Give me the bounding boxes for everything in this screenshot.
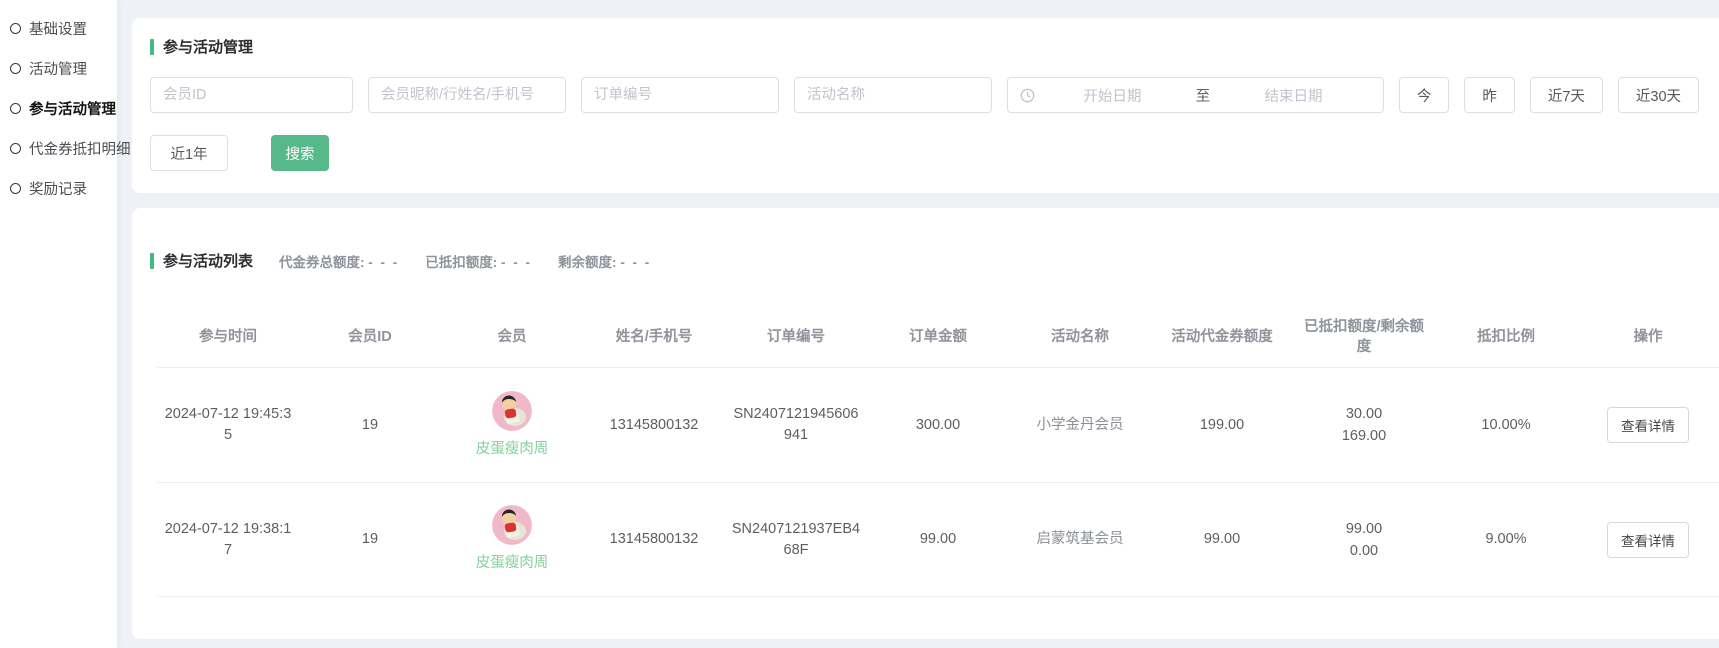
cell-member: 皮蛋瘦肉周: [441, 501, 583, 578]
circle-o-icon: [10, 103, 21, 114]
deducted-summary: 已抵扣额度: - - -: [425, 251, 532, 271]
remaining-value: 0.00: [1299, 540, 1429, 562]
cell-phone: 13145800132: [583, 411, 725, 440]
deducted-value: 30.00: [1299, 403, 1429, 425]
last1year-button[interactable]: 近1年: [150, 135, 228, 171]
sidebar-item-activity-management[interactable]: 活动管理: [10, 48, 117, 88]
cell-voucher-amount: 99.00: [1151, 525, 1293, 554]
circle-o-icon: [10, 143, 21, 154]
col-name-phone: 姓名/手机号: [583, 317, 725, 357]
col-activity: 活动名称: [1009, 317, 1151, 357]
list-card: 参与活动列表 代金券总额度: - - - 已抵扣额度: - - - 剩余额度: …: [132, 208, 1719, 639]
cell-ratio: 9.00%: [1435, 525, 1577, 554]
cell-deducted-remaining: 30.00 169.00: [1293, 399, 1435, 451]
deducted-value: 99.00: [1299, 518, 1429, 540]
start-date-placeholder[interactable]: 开始日期: [1035, 85, 1190, 106]
voucher-total-summary: 代金券总额度: - - -: [279, 251, 399, 271]
cell-time: 2024-07-12 19:38:17: [157, 515, 299, 565]
cell-phone: 13145800132: [583, 525, 725, 554]
cell-member-id: 19: [299, 525, 441, 554]
order-no-input[interactable]: [581, 77, 779, 113]
view-detail-button[interactable]: 查看详情: [1607, 407, 1689, 443]
member-nickname-input[interactable]: [368, 77, 566, 113]
sidebar-item-basic-settings[interactable]: 基础设置: [10, 8, 117, 48]
circle-o-icon: [10, 23, 21, 34]
sidebar-item-label: 代金券抵扣明细: [29, 138, 131, 159]
sidebar-item-label: 基础设置: [29, 18, 87, 39]
col-order-amount: 订单金额: [867, 317, 1009, 357]
activity-name-input[interactable]: [794, 77, 992, 113]
sidebar-item-label: 活动管理: [29, 58, 87, 79]
cell-activity: 启蒙筑基会员: [1009, 525, 1151, 554]
cell-time: 2024-07-12 19:45:35: [157, 400, 299, 450]
col-voucher-amount: 活动代金券额度: [1151, 317, 1293, 357]
col-member-id: 会员ID: [299, 317, 441, 357]
search-button[interactable]: 搜索: [271, 135, 329, 171]
sidebar: 基础设置 活动管理 参与活动管理 代金券抵扣明细 奖励记录: [0, 0, 117, 648]
yesterday-button[interactable]: 昨: [1464, 77, 1515, 113]
page-title: 参与活动管理: [163, 36, 253, 57]
list-title-wrap: 参与活动列表: [150, 250, 253, 271]
table-header-row: 参与时间 会员ID 会员 姓名/手机号 订单编号 订单金额 活动名称 活动代金券…: [157, 307, 1719, 367]
table-row: 2024-07-12 19:38:17 19: [157, 482, 1719, 597]
cell-order-amount: 99.00: [867, 525, 1009, 554]
remaining-value: 169.00: [1299, 425, 1429, 447]
member-name-link[interactable]: 皮蛋瘦肉周: [476, 553, 549, 574]
sidebar-item-reward-records[interactable]: 奖励记录: [10, 168, 117, 208]
last7days-button[interactable]: 近7天: [1530, 77, 1603, 113]
sidebar-item-participation-management[interactable]: 参与活动管理: [10, 88, 117, 128]
col-member: 会员: [441, 317, 583, 357]
table-row: 2024-07-12 19:45:35 19: [157, 367, 1719, 482]
col-deducted-remaining: 已抵扣额度/剩余额度: [1293, 307, 1435, 367]
filter-card-title: 参与活动管理: [150, 36, 1699, 57]
cell-order-no: SN2407121937EB468F: [725, 515, 867, 565]
sidebar-item-label: 参与活动管理: [29, 98, 116, 119]
date-range-picker[interactable]: 开始日期 至 结束日期: [1007, 77, 1384, 113]
filter-card: 参与活动管理 开始日期 至 结束日期 今 昨 近7天: [132, 18, 1719, 193]
member-avatar: [492, 391, 532, 431]
cell-ratio: 10.00%: [1435, 411, 1577, 440]
list-header: 参与活动列表 代金券总额度: - - - 已抵扣额度: - - - 剩余额度: …: [132, 250, 1719, 271]
col-time: 参与时间: [157, 317, 299, 357]
member-id-input[interactable]: [150, 77, 353, 113]
circle-o-icon: [10, 63, 21, 74]
cell-member-id: 19: [299, 411, 441, 440]
accent-bar: [150, 253, 154, 269]
cell-order-amount: 300.00: [867, 411, 1009, 440]
cell-order-no: SN2407121945606941: [725, 400, 867, 450]
remaining-summary: 剩余额度: - - -: [558, 251, 651, 271]
cell-member: 皮蛋瘦肉周: [441, 387, 583, 464]
member-avatar: [492, 505, 532, 545]
accent-bar: [150, 39, 154, 55]
member-name-link[interactable]: 皮蛋瘦肉周: [476, 439, 549, 460]
cell-voucher-amount: 199.00: [1151, 411, 1293, 440]
end-date-placeholder[interactable]: 结束日期: [1216, 85, 1371, 106]
clock-icon: [1020, 88, 1035, 103]
date-range-separator: 至: [1190, 85, 1217, 106]
page: 基础设置 活动管理 参与活动管理 代金券抵扣明细 奖励记录 参与活动管理: [0, 0, 1719, 648]
circle-o-icon: [10, 183, 21, 194]
cell-action: 查看详情: [1577, 403, 1719, 447]
col-ratio: 抵扣比例: [1435, 317, 1577, 357]
filter-row-2: 近1年 搜索: [150, 135, 1699, 171]
today-button[interactable]: 今: [1399, 77, 1450, 113]
col-action: 操作: [1577, 317, 1719, 357]
participation-table: 参与时间 会员ID 会员 姓名/手机号 订单编号 订单金额 活动名称 活动代金券…: [157, 307, 1719, 597]
col-order-no: 订单编号: [725, 317, 867, 357]
cell-action: 查看详情: [1577, 518, 1719, 562]
list-title: 参与活动列表: [163, 250, 253, 271]
last30days-button[interactable]: 近30天: [1618, 77, 1699, 113]
filter-row: 开始日期 至 结束日期 今 昨 近7天 近30天: [150, 77, 1699, 113]
view-detail-button[interactable]: 查看详情: [1607, 522, 1689, 558]
cell-deducted-remaining: 99.00 0.00: [1293, 514, 1435, 566]
main-content: 参与活动管理 开始日期 至 结束日期 今 昨 近7天: [117, 0, 1719, 648]
cell-activity: 小学金丹会员: [1009, 411, 1151, 440]
sidebar-item-label: 奖励记录: [29, 178, 87, 199]
sidebar-item-voucher-deduction-detail[interactable]: 代金券抵扣明细: [10, 128, 117, 168]
